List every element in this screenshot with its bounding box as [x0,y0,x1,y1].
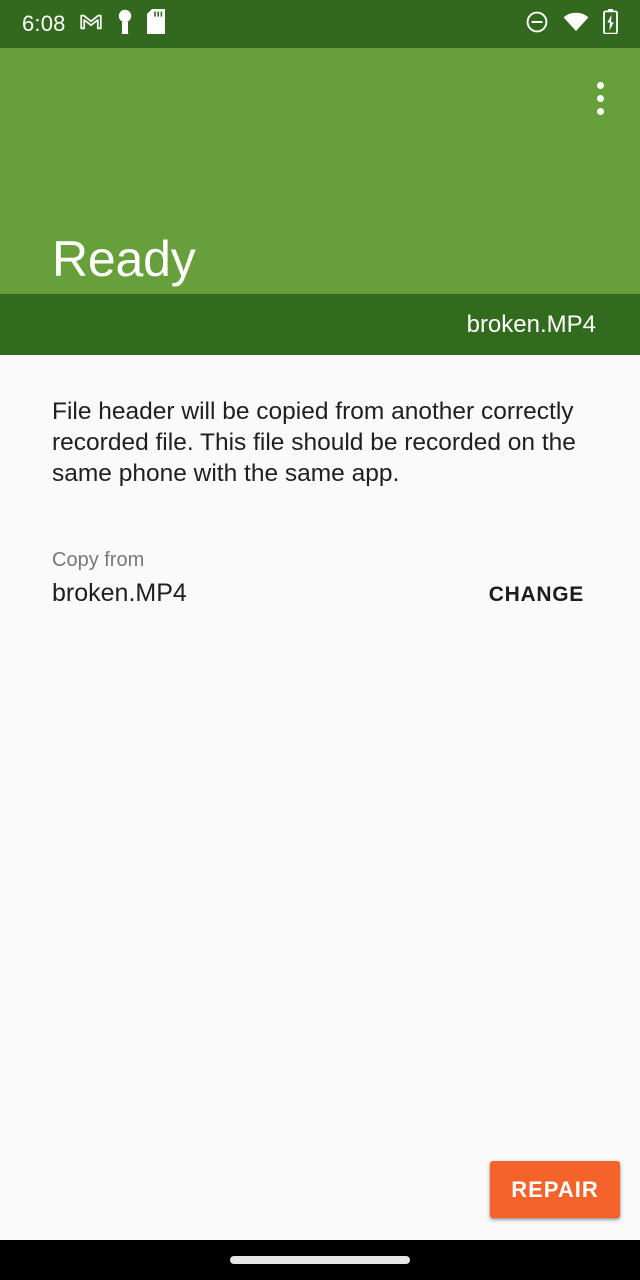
copy-from-label: Copy from [52,549,145,571]
status-bar-left: 6:08 [22,9,165,40]
description-text: File header will be copied from another … [52,398,576,487]
page-title: Ready [52,231,196,287]
sd-card-icon [146,9,165,39]
app-bar: Ready [0,48,640,294]
overflow-menu-icon[interactable] [586,78,614,118]
change-button[interactable]: CHANGE [485,578,588,612]
status-bar: 6:08 [0,0,640,48]
home-gesture-pill[interactable] [230,1256,410,1264]
wifi-icon [563,12,589,37]
overflow-dot-1 [596,81,604,89]
overflow-dot-2 [596,94,604,102]
navigation-bar [0,1240,640,1280]
keyhole-icon [116,9,134,40]
battery-charging-icon [603,9,618,39]
file-name-bar: broken.MP4 [0,294,640,355]
status-bar-clock: 6:08 [22,11,66,36]
gmail-icon [79,10,103,39]
copy-from-section: Copy from broken.MP4 CHANGE [52,548,588,612]
copy-from-row: broken.MP4 CHANGE [52,578,588,612]
status-bar-right [525,9,618,39]
file-name-label: broken.MP4 [466,310,596,338]
app-screen: 6:08 Ready broken.MP4 File header will b… [0,0,640,1280]
overflow-dot-3 [596,107,604,115]
content-area: File header will be copied from another … [0,355,640,1240]
do-not-disturb-icon [525,10,549,39]
repair-button[interactable]: REPAIR [490,1161,620,1218]
copy-from-value: broken.MP4 [52,579,187,607]
